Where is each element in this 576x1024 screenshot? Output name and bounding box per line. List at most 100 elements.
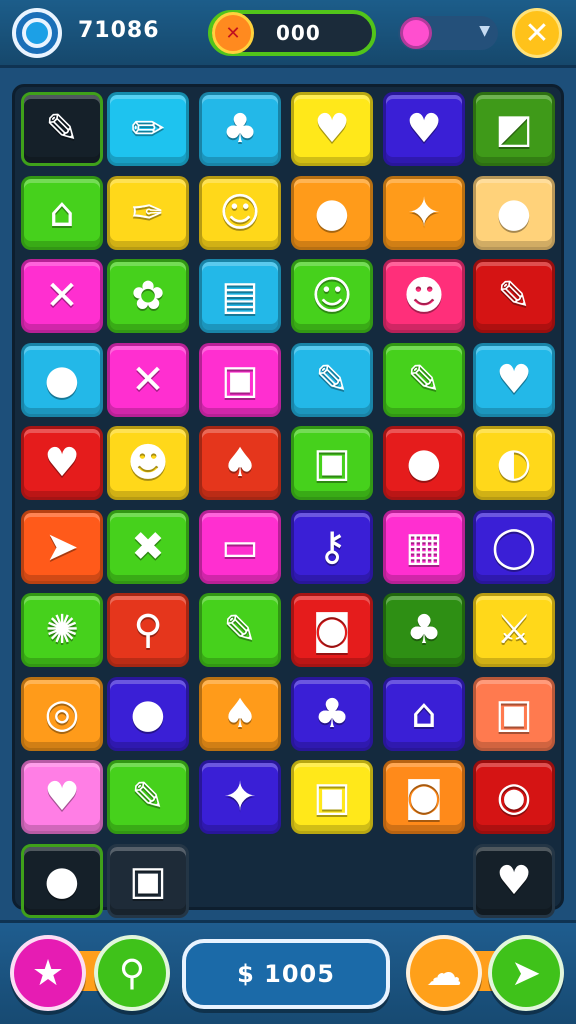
coins-button[interactable]: $ 1005 [182, 939, 390, 1009]
game-tile[interactable]: ✑ [107, 175, 189, 250]
game-tile[interactable]: ✎ [383, 342, 465, 417]
game-tile[interactable]: ➤ [21, 509, 103, 584]
green-leaf-icon: ♠ [222, 690, 258, 737]
game-tile[interactable]: ✕ [21, 259, 103, 333]
game-tile[interactable]: ⚲ [107, 593, 189, 667]
game-tile[interactable]: ● [383, 426, 465, 500]
kettle-icon: ▣ [129, 857, 167, 904]
close-button[interactable]: ✕ [512, 8, 562, 58]
game-tile[interactable]: ✺ [21, 593, 103, 667]
game-tile[interactable]: ▣ [107, 843, 189, 918]
key-icon: ⚷ [317, 523, 347, 570]
heart-icon: ♥ [44, 440, 80, 486]
favorites-button[interactable]: ★ [10, 935, 86, 1011]
coins-label: $ 1005 [237, 960, 335, 988]
chef-button[interactable]: ☁ [406, 935, 482, 1011]
game-tile[interactable]: ☺ [291, 259, 373, 333]
game-tile[interactable]: ▣ [291, 760, 373, 834]
game-tile[interactable]: ✦ [383, 175, 465, 250]
chevron-down-icon: ▼ [479, 23, 490, 39]
search-button[interactable]: ⚲ [94, 935, 170, 1011]
game-tile[interactable]: ✕ [107, 342, 189, 417]
game-tile[interactable]: ♥ [473, 342, 555, 417]
game-tile[interactable]: ▣ [291, 426, 373, 500]
game-tile[interactable]: ✖ [107, 509, 189, 584]
game-tile[interactable]: ⚷ [291, 509, 373, 584]
pink-square-icon: ◩ [495, 106, 533, 152]
orange-ball-icon: ● [314, 189, 350, 236]
game-tile[interactable]: ♠ [199, 676, 281, 751]
gem-selector[interactable]: ▼ [398, 16, 498, 50]
top-bar: 71086 ✕ 000 ▼ ✕ [0, 0, 576, 68]
game-tile[interactable]: ✎ [199, 593, 281, 667]
game-tile[interactable]: ♥ [473, 843, 555, 918]
game-tile[interactable]: ✎ [21, 92, 103, 166]
beads-icon: ● [130, 690, 166, 737]
marker-icon: ✎ [407, 356, 441, 403]
game-tile[interactable]: ▣ [473, 676, 555, 751]
game-tile[interactable]: ⌂ [383, 676, 465, 751]
camera-icon: ◙ [404, 774, 444, 820]
game-tile[interactable]: ♣ [199, 92, 281, 166]
screen-icon: ▭ [221, 523, 259, 570]
heart-icon: ♥ [314, 106, 350, 152]
game-tile[interactable]: ♠ [199, 426, 281, 500]
game-tile[interactable]: ⌂ [21, 175, 103, 250]
game-tile[interactable]: ● [21, 342, 103, 417]
game-tile[interactable]: ◙ [383, 760, 465, 834]
game-tile[interactable]: ☺ [199, 175, 281, 250]
game-tile[interactable]: ◉ [473, 760, 555, 834]
magnifier-icon: ⚲ [118, 952, 146, 994]
score-counter: 71086 [78, 18, 160, 43]
game-tile[interactable]: ✎ [473, 259, 555, 333]
leaf-icon: ♠ [222, 440, 258, 486]
game-tile[interactable]: ♣ [383, 593, 465, 667]
game-tile[interactable]: ● [473, 175, 555, 250]
game-tile[interactable]: ▦ [383, 509, 465, 584]
carrot-icon: ♣ [314, 690, 350, 737]
game-tile[interactable]: ▤ [199, 259, 281, 333]
cross-icon: ✕ [131, 356, 165, 403]
game-tile[interactable]: ● [21, 843, 103, 918]
game-tile[interactable]: ▭ [199, 509, 281, 584]
game-tile[interactable]: ▣ [199, 342, 281, 417]
game-tile[interactable]: ● [107, 676, 189, 751]
game-tile[interactable]: ✿ [107, 259, 189, 333]
star-icon: ★ [31, 952, 65, 994]
energy-bar: ✕ 000 [208, 10, 376, 56]
cookie-icon: ▣ [221, 356, 259, 403]
profile-button[interactable] [12, 8, 62, 58]
game-tile[interactable]: ♣ [291, 676, 373, 751]
game-tile[interactable]: ✏ [107, 92, 189, 166]
house-icon: ⌂ [49, 189, 75, 236]
beach-ball-icon: ◐ [496, 440, 532, 486]
game-tile[interactable]: ◩ [473, 92, 555, 166]
pink-x-icon: ✖ [131, 523, 165, 570]
game-tile[interactable]: ✦ [199, 760, 281, 834]
game-tile[interactable]: ◐ [473, 426, 555, 500]
purple-marker-icon: ✎ [497, 273, 531, 319]
green-blob-icon: ● [496, 189, 532, 236]
game-tile[interactable]: ◙ [291, 593, 373, 667]
game-tile[interactable]: ♥ [21, 760, 103, 834]
crayon-icon: ✎ [131, 774, 165, 820]
game-tile[interactable]: ♥ [383, 92, 465, 166]
game-tile[interactable]: ● [291, 175, 373, 250]
send-button[interactable]: ➤ [488, 935, 564, 1011]
cross-icon: ✕ [45, 273, 79, 319]
screwdriver-icon: ✑ [131, 189, 165, 236]
game-tile[interactable]: ☻ [107, 426, 189, 500]
speaker-box-icon: ◙ [312, 607, 352, 653]
lollipop-icon: ◎ [44, 690, 80, 737]
game-tile[interactable]: ◎ [21, 676, 103, 751]
chat-bubble-icon: ● [406, 440, 442, 486]
game-tile[interactable]: ☻ [383, 259, 465, 333]
game-tile[interactable]: ✎ [291, 342, 373, 417]
game-tile[interactable]: ✎ [107, 760, 189, 834]
game-tile[interactable]: ⚔ [473, 593, 555, 667]
game-tile[interactable]: ♥ [21, 426, 103, 500]
game-tile[interactable]: ◯ [473, 509, 555, 584]
robot-face-icon: ☻ [127, 440, 169, 486]
game-tile[interactable]: ♥ [291, 92, 373, 166]
magnifier-icon: ⚲ [133, 607, 163, 653]
